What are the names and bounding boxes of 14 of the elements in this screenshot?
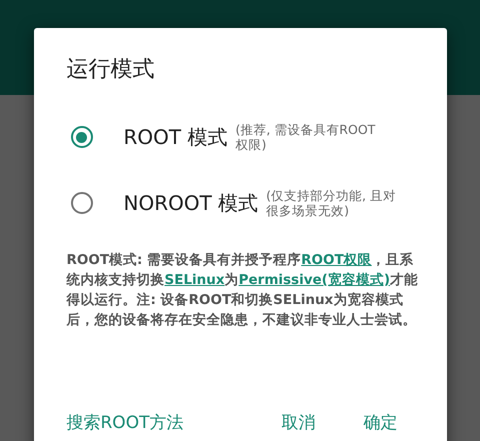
text-link[interactable]: ROOT权限 (301, 252, 372, 268)
option-label[interactable]: NOROOT 模式 (124, 190, 258, 216)
text-link[interactable]: Permissive(宽容模式) (238, 272, 390, 288)
option-hint: (推荐, 需设备具有ROOT权限) (235, 122, 376, 152)
option-label[interactable]: ROOT 模式 (124, 124, 228, 150)
dialog-title: 运行模式 (66, 56, 156, 84)
radio-button[interactable] (70, 126, 92, 148)
radio-button[interactable] (70, 192, 92, 214)
dialog-button[interactable]: 搜索ROOT方法 (66, 405, 184, 440)
option-hint: (仅支持部分功能, 且对很多场景无效) (266, 188, 397, 218)
dialog-button[interactable]: 取消 (281, 405, 316, 440)
text-link[interactable]: SELinux (164, 272, 225, 288)
description-text: ROOT模式: 需要设备具有并授予程序ROOT权限，且系统内核支持切换SELinux为Permissive(宽容模式)才能得以运行。注: 设备ROOT和切换SELinux为宽容模式后，您的设备将存在安全隐患，不建议非专业人士尝试。 (66, 251, 420, 330)
dialog-button[interactable]: 确定 (363, 405, 398, 440)
